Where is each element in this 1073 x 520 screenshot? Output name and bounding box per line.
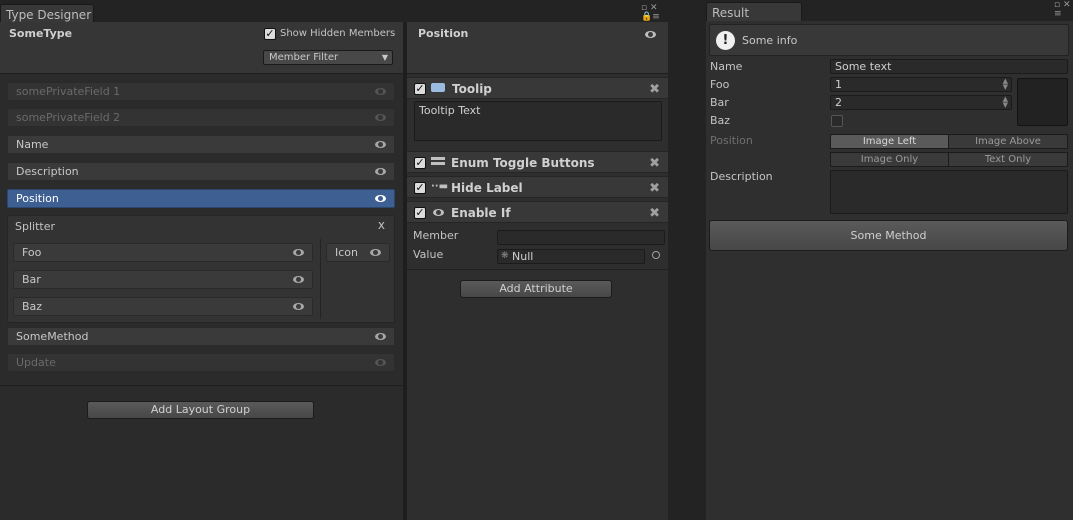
show-hidden-checkbox[interactable]: ✓: [264, 28, 276, 40]
name-label: Name: [710, 60, 743, 73]
enum-toggle-icon: [431, 157, 445, 165]
member-label: Member: [413, 229, 459, 242]
foo-label: Foo: [710, 78, 730, 91]
chevron-down-icon: ▼: [381, 53, 388, 62]
divider: [0, 385, 403, 386]
splitter-member-row[interactable]: Foo: [13, 243, 313, 262]
member-field[interactable]: [497, 230, 665, 245]
add-attribute-button[interactable]: Add Attribute: [460, 280, 612, 298]
member-row[interactable]: somePrivateField 2: [7, 108, 395, 127]
hide-label-icon: ··▬: [431, 181, 449, 192]
splitter-group[interactable]: Splitter x Foo Bar Baz Icon: [7, 215, 395, 323]
eye-icon[interactable]: [293, 249, 304, 256]
enum-toggle-attribute-header[interactable]: ✓ Enum Toggle Buttons ✖: [407, 151, 668, 173]
result-panel: ! Some info Name Some text Foo 1 ▲ ▼ Bar 2…: [706, 21, 1073, 520]
eye-icon[interactable]: [375, 333, 386, 340]
eye-icon: [433, 209, 444, 216]
member-row[interactable]: SomeMethod: [7, 327, 395, 346]
result-tab[interactable]: Result: [706, 2, 802, 21]
stepper-icon[interactable]: ▲ ▼: [1003, 78, 1008, 91]
eye-icon[interactable]: [293, 276, 304, 283]
object-icon: ❋: [501, 251, 509, 261]
enum-toggle-attribute-label: Enum Toggle Buttons: [451, 156, 595, 170]
close-icon[interactable]: ✖: [649, 82, 660, 97]
close-icon[interactable]: ✖: [649, 206, 660, 221]
hide-label-attribute-header[interactable]: ✓ ··▬ Hide Label ✖: [407, 176, 668, 198]
member-filter-dropdown[interactable]: Member Filter ▼: [263, 50, 393, 65]
tooltip-attribute-label: Toolip: [452, 82, 492, 96]
hide-label-enabled-checkbox[interactable]: ✓: [414, 182, 426, 194]
type-designer-tab[interactable]: Type Designer: [0, 4, 94, 23]
splitter-label: Splitter: [15, 220, 55, 233]
member-row[interactable]: Update: [7, 353, 395, 372]
baz-checkbox[interactable]: [831, 115, 843, 127]
hide-label-attribute-label: Hide Label: [451, 181, 523, 195]
show-hidden-label: Show Hidden Members: [280, 28, 396, 39]
eye-icon[interactable]: [645, 31, 656, 38]
enable-if-attribute-label: Enable If: [451, 206, 511, 220]
lock-icon[interactable]: 🔒: [641, 12, 652, 22]
enum-toggle-enabled-checkbox[interactable]: ✓: [414, 157, 426, 169]
close-icon[interactable]: ✖: [649, 156, 660, 171]
menu-icon[interactable]: ≡: [652, 12, 660, 22]
eye-icon[interactable]: [293, 303, 304, 310]
window-controls: ▫ ✕ 🔒≡: [641, 4, 660, 22]
enable-if-enabled-checkbox[interactable]: ✓: [414, 207, 426, 219]
add-layout-group-button[interactable]: Add Layout Group: [87, 401, 314, 419]
position-option[interactable]: Image Only: [830, 152, 949, 167]
inspector-title: Position: [418, 27, 469, 40]
menu-icon[interactable]: ≡: [1054, 9, 1062, 19]
position-option[interactable]: Image Left: [830, 134, 949, 149]
some-method-button[interactable]: Some Method: [709, 220, 1068, 251]
member-row[interactable]: somePrivateField 1: [7, 82, 395, 101]
result-window-controls: ▫ ✕ ≡: [1054, 1, 1071, 19]
member-hierarchy-panel: SomeType ✓ Show Hidden Members Member Fi…: [0, 22, 403, 520]
member-row[interactable]: Description: [7, 162, 395, 181]
eye-icon[interactable]: [375, 359, 386, 366]
tooltip-enabled-checkbox[interactable]: ✓: [414, 83, 426, 95]
splitter-member-row[interactable]: Baz: [13, 297, 313, 316]
position-option[interactable]: Text Only: [948, 152, 1068, 167]
position-option[interactable]: Image Above: [948, 134, 1068, 149]
description-label: Description: [710, 170, 773, 183]
splitter-member-row[interactable]: Bar: [13, 270, 313, 289]
eye-icon[interactable]: [370, 249, 381, 256]
enable-if-attribute-header[interactable]: ✓ Enable If ✖: [407, 201, 668, 223]
close-icon[interactable]: ✕: [1063, 0, 1071, 10]
description-text-area[interactable]: [830, 170, 1068, 214]
eye-icon[interactable]: [375, 114, 386, 121]
tooltip-attribute-header[interactable]: ✓ Toolip ✖: [407, 77, 668, 99]
eye-icon[interactable]: [375, 195, 386, 202]
bar-label: Bar: [710, 96, 729, 109]
splitter-divider: [320, 239, 321, 319]
name-input[interactable]: Some text: [830, 59, 1068, 74]
info-box: ! Some info: [709, 24, 1069, 56]
value-label: Value: [413, 248, 444, 261]
attribute-inspector-panel: Position ✓ Toolip ✖ Tooltip Text ✓ Enum …: [407, 22, 668, 520]
stepper-icon[interactable]: ▲ ▼: [1003, 96, 1008, 109]
baz-label: Baz: [710, 114, 731, 127]
info-icon: !: [716, 31, 735, 50]
foo-int-field[interactable]: 1 ▲ ▼: [830, 77, 1012, 92]
tooltip-text-area[interactable]: Tooltip Text: [414, 101, 662, 141]
object-picker-icon[interactable]: [652, 251, 660, 259]
value-object-field[interactable]: ❋ Null: [497, 249, 645, 264]
splitter-close-button[interactable]: x: [378, 218, 385, 232]
divider: [407, 269, 668, 270]
eye-icon[interactable]: [375, 88, 386, 95]
member-row-selected[interactable]: Position: [7, 189, 395, 208]
tooltip-icon: [431, 83, 445, 92]
member-row[interactable]: Name: [7, 135, 395, 154]
splitter-member-row[interactable]: Icon: [326, 243, 390, 262]
eye-icon[interactable]: [375, 168, 386, 175]
type-name: SomeType: [9, 27, 73, 40]
eye-icon[interactable]: [375, 141, 386, 148]
position-label: Position: [710, 134, 753, 147]
icon-preview[interactable]: [1017, 78, 1068, 126]
info-text: Some info: [742, 34, 798, 47]
bar-int-field[interactable]: 2 ▲ ▼: [830, 95, 1012, 110]
close-icon[interactable]: ✖: [649, 181, 660, 196]
